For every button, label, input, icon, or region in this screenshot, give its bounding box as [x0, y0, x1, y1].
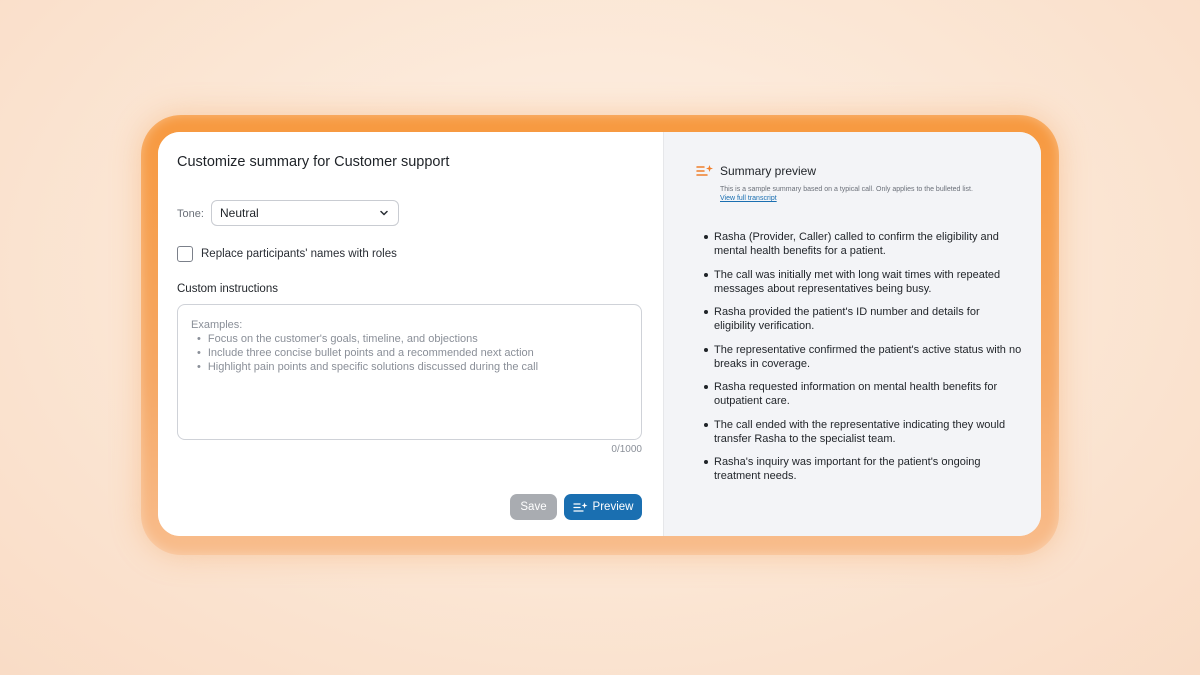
- sparkle-list-icon: [696, 165, 713, 176]
- custom-instructions-textarea[interactable]: Examples: Focus on the customer's goals,…: [177, 304, 642, 440]
- summary-bullet: Rasha (Provider, Caller) called to confi…: [704, 230, 1024, 258]
- preview-button[interactable]: Preview: [564, 494, 642, 520]
- replace-names-row[interactable]: Replace participants' names with roles: [177, 246, 397, 262]
- editor-panel: Customize summary for Customer support T…: [158, 132, 663, 536]
- panel-title: Customize summary for Customer support: [177, 154, 450, 170]
- summary-bullet: The call ended with the representative i…: [704, 418, 1024, 446]
- placeholder-examples: Focus on the customer's goals, timeline,…: [191, 332, 628, 374]
- custom-instructions-heading: Custom instructions: [177, 283, 278, 295]
- placeholder-example: Focus on the customer's goals, timeline,…: [197, 332, 628, 346]
- summary-preview-header: Summary preview: [696, 164, 816, 178]
- placeholder-example: Highlight pain points and specific solut…: [197, 360, 628, 374]
- replace-names-label: Replace participants' names with roles: [201, 248, 397, 260]
- preview-button-label: Preview: [592, 501, 634, 513]
- summary-preview-subtitle: This is a sample summary based on a typi…: [720, 186, 973, 193]
- summary-bullet: The call was initially met with long wai…: [704, 268, 1024, 296]
- replace-names-checkbox[interactable]: [177, 246, 193, 262]
- character-count: 0/1000: [611, 444, 642, 455]
- view-full-transcript-link[interactable]: View full transcript: [720, 195, 777, 202]
- tone-dropdown[interactable]: Neutral: [211, 200, 399, 226]
- summary-preview-panel: Summary preview This is a sample summary…: [663, 132, 1041, 536]
- summary-bullet: The representative confirmed the patient…: [704, 343, 1024, 371]
- sparkle-list-icon: [572, 502, 588, 512]
- tone-selected-value: Neutral: [220, 206, 259, 220]
- summary-bullet: Rasha requested information on mental he…: [704, 380, 1024, 408]
- summary-bullet-list: Rasha (Provider, Caller) called to confi…: [704, 230, 1024, 493]
- summary-bullet: Rasha provided the patient's ID number a…: [704, 305, 1024, 333]
- summary-preview-title: Summary preview: [720, 164, 817, 178]
- summary-settings-card: Customize summary for Customer support T…: [158, 132, 1041, 536]
- placeholder-example: Include three concise bullet points and …: [197, 346, 628, 360]
- placeholder-intro: Examples:: [191, 319, 243, 331]
- tone-label: Tone:: [177, 208, 204, 220]
- summary-bullet: Rasha's inquiry was important for the pa…: [704, 455, 1024, 483]
- chevron-down-icon: [380, 210, 388, 216]
- save-button[interactable]: Save: [510, 494, 557, 520]
